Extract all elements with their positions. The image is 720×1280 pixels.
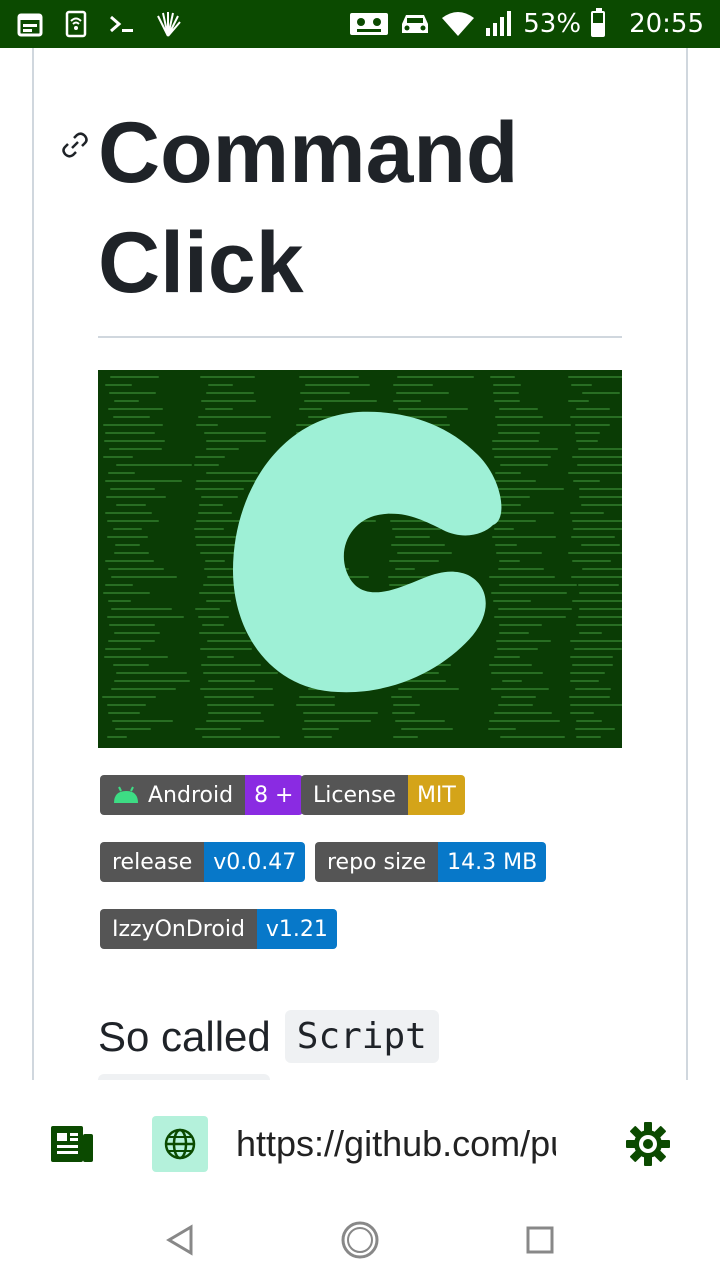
- inline-code: Script: [284, 1010, 439, 1063]
- clock: 20:55: [629, 9, 704, 39]
- home-button[interactable]: [330, 1210, 390, 1270]
- car-icon: [402, 15, 429, 33]
- reader-button[interactable]: [44, 1116, 100, 1172]
- globe-icon: [164, 1128, 196, 1160]
- badge-license-value: MIT: [407, 775, 465, 815]
- readme-content[interactable]: Command Click Android 8 + License MIT re…: [32, 48, 688, 1080]
- terminal-icon: [110, 15, 133, 33]
- recents-button[interactable]: [510, 1210, 570, 1270]
- reader-icon: [51, 1126, 93, 1162]
- signal-icon: [486, 11, 512, 36]
- badge-release[interactable]: release v0.0.47: [100, 842, 306, 882]
- settings-gear-icon: [626, 1122, 670, 1166]
- badge-release-value: v0.0.47: [204, 842, 306, 882]
- battery-percent: 53%: [523, 9, 582, 39]
- back-button[interactable]: [150, 1210, 210, 1270]
- badge-repo-size-value: 14.3 MB: [438, 842, 547, 882]
- paragraph-text: So called: [98, 1012, 271, 1060]
- badge-izzyondroid-value: v1.21: [256, 909, 337, 949]
- badge-android[interactable]: Android 8 +: [100, 775, 303, 815]
- heading-divider: [98, 336, 622, 338]
- badge-release-label: release: [100, 842, 205, 882]
- wifi-file-icon: [65, 10, 87, 38]
- badge-android-label: Android: [148, 782, 234, 808]
- settings-button[interactable]: [620, 1116, 676, 1172]
- battery-icon: [591, 8, 606, 37]
- badge-android-value: 8 +: [245, 775, 303, 815]
- fan-icon: [157, 12, 181, 37]
- badge-license-label: License: [301, 775, 408, 815]
- link-anchor-icon[interactable]: [60, 130, 90, 160]
- badge-repo-size[interactable]: repo size 14.3 MB: [315, 842, 547, 882]
- home-circle-icon: [341, 1221, 379, 1259]
- url-field[interactable]: https://github.com/puutaro/CommandClick: [236, 1116, 556, 1172]
- badge-license[interactable]: License MIT: [301, 775, 465, 815]
- wifi-icon: [442, 12, 475, 36]
- recents-square-icon: [526, 1226, 554, 1254]
- site-info-button[interactable]: [152, 1116, 208, 1172]
- battery-level: [593, 23, 604, 35]
- badge-izzyondroid-label: IzzyOnDroid: [100, 909, 257, 949]
- page-title: Command Click: [98, 105, 519, 311]
- calendar-icon: [17, 13, 43, 37]
- android-icon: [114, 786, 138, 803]
- commandclick-logo-icon: [233, 411, 502, 693]
- back-triangle-icon: [166, 1224, 193, 1256]
- banner-image: [98, 370, 622, 748]
- badge-repo-size-label: repo size: [315, 842, 439, 882]
- sim-card-icon: [350, 13, 389, 35]
- badge-izzyondroid[interactable]: IzzyOnDroid v1.21: [100, 909, 337, 949]
- system-nav-bar: [0, 1198, 720, 1280]
- browser-toolbar: https://github.com/puutaro/CommandClick: [0, 1080, 720, 1198]
- intro-paragraph: So called Script: [98, 1010, 439, 1063]
- status-bar: 53% 20:55: [0, 0, 720, 48]
